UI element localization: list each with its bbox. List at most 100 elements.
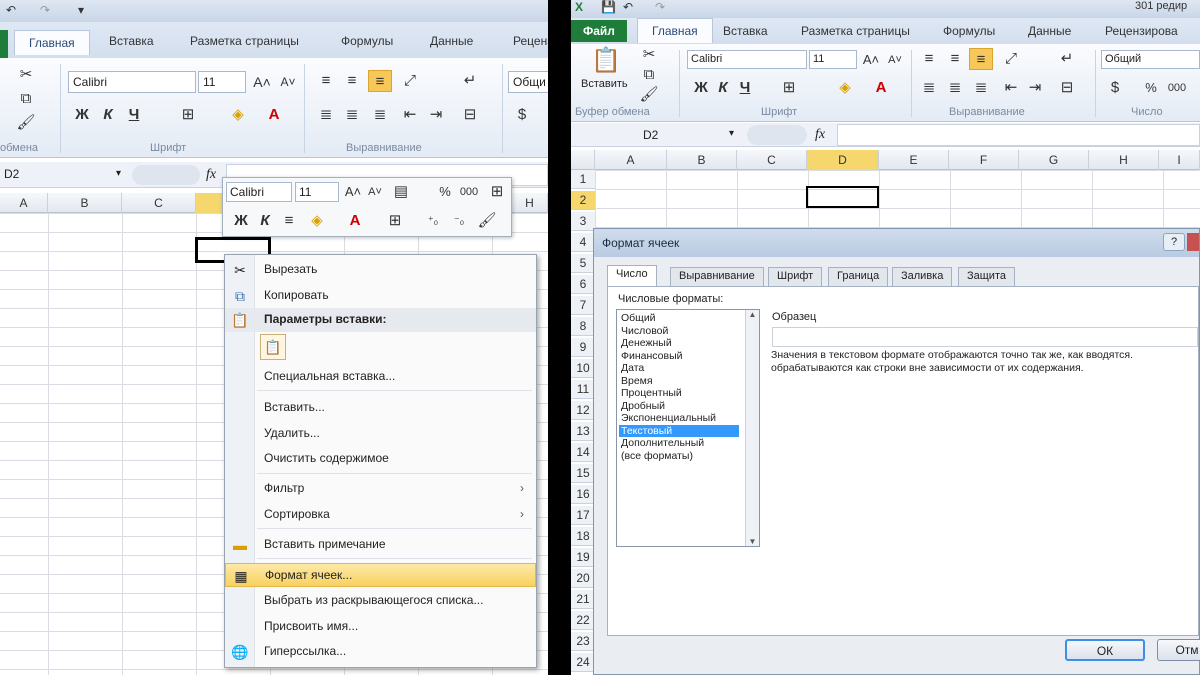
align-right-icon[interactable]: ≣ (969, 77, 993, 99)
list-scrollbar[interactable]: ▲ ▼ (745, 310, 759, 546)
column-header-c[interactable]: C (737, 150, 807, 170)
font-size-box[interactable]: 11 (198, 71, 246, 93)
menu-item-pick-from-list[interactable]: Выбрать из раскрывающегося списка... (225, 589, 536, 613)
row-header[interactable]: 9 (571, 338, 595, 357)
font-name-box[interactable]: Calibri (687, 50, 807, 69)
format-painter-icon[interactable]: 🖌 (637, 84, 661, 106)
bold-button[interactable]: Ж (689, 77, 713, 99)
row-header[interactable]: 15 (571, 464, 595, 483)
tab-home[interactable]: Главная (637, 18, 713, 43)
menu-item-define-name[interactable]: Присвоить имя... (225, 615, 536, 639)
format-list-item[interactable]: Денежный (619, 337, 739, 350)
row-header[interactable]: 21 (571, 590, 595, 609)
save-icon[interactable]: 💾 (601, 0, 616, 14)
align-middle-icon[interactable]: ≡ (340, 70, 364, 92)
mini-increase-decimal-icon[interactable]: ⁺₀ (421, 210, 445, 232)
tab-font[interactable]: Шрифт (768, 267, 823, 287)
italic-button[interactable]: К (711, 77, 735, 99)
font-size-box[interactable]: 11 (809, 50, 857, 69)
copy-icon[interactable]: ⧉ (14, 88, 38, 110)
mini-thousands-button[interactable]: 000 (457, 181, 481, 203)
tab-review[interactable]: Реценз (513, 34, 548, 48)
mini-grow-font-icon[interactable]: A˄ (341, 181, 365, 203)
undo-icon[interactable]: ↶ (623, 0, 633, 14)
tab-protection[interactable]: Защита (958, 267, 1015, 287)
percent-button[interactable]: % (1139, 77, 1163, 99)
row-header[interactable]: 2 (571, 191, 595, 210)
align-bottom-icon[interactable]: ≡ (969, 48, 993, 70)
format-list-item[interactable]: (все форматы) (619, 450, 739, 463)
tab-alignment[interactable]: Выравнивание (670, 267, 764, 287)
row-header[interactable]: 19 (571, 548, 595, 567)
cut-icon[interactable]: ✂ (14, 64, 38, 86)
format-list-item[interactable]: Экспоненциальный (619, 412, 739, 425)
shrink-font-icon[interactable]: A˅ (883, 49, 907, 71)
row-header[interactable]: 14 (571, 443, 595, 462)
column-header-a[interactable]: A (0, 193, 48, 213)
mini-accounting-icon[interactable]: ▤ (389, 181, 413, 203)
cancel-button[interactable]: Отм (1157, 639, 1200, 661)
fill-color-icon[interactable]: ◈ (833, 77, 857, 99)
help-button[interactable]: ? (1163, 233, 1185, 251)
fill-color-icon[interactable]: ◈ (226, 104, 250, 126)
align-top-icon[interactable]: ≡ (314, 70, 338, 92)
font-color-icon[interactable]: A (262, 104, 286, 126)
mini-format-table-icon[interactable]: ⊞ (485, 181, 509, 203)
format-list-item[interactable]: Процентный (619, 387, 739, 400)
column-header-b[interactable]: B (48, 193, 122, 213)
align-center-icon[interactable]: ≣ (340, 104, 364, 126)
row-header[interactable]: 6 (571, 275, 595, 294)
merge-cells-icon[interactable]: ⊟ (458, 104, 482, 126)
tab-insert[interactable]: Вставка (723, 24, 768, 38)
menu-item-insert[interactable]: Вставить... (225, 396, 536, 420)
column-header-d[interactable]: D (807, 150, 879, 170)
select-all-corner[interactable] (571, 150, 595, 170)
align-left-icon[interactable]: ≣ (917, 77, 941, 99)
merge-cells-icon[interactable]: ⊟ (1055, 77, 1079, 99)
grow-font-icon[interactable]: A˄ (859, 49, 883, 71)
redo-icon[interactable]: ↷ (40, 3, 50, 17)
tab-home[interactable]: Главная (14, 30, 90, 55)
menu-item-cut[interactable]: ✂ Вырезать (225, 258, 536, 282)
format-list-item[interactable]: Дата (619, 362, 739, 375)
format-list-item[interactable]: Текстовый (619, 424, 739, 437)
tab-data[interactable]: Данные (1028, 24, 1071, 38)
paste-option-button[interactable]: 📋 (260, 334, 286, 360)
row-header[interactable]: 22 (571, 611, 595, 630)
file-tab[interactable]: Файл (571, 20, 627, 42)
row-header[interactable]: 4 (571, 233, 595, 252)
row-header[interactable]: 12 (571, 401, 595, 420)
orientation-icon[interactable]: ⤢ (398, 70, 422, 92)
ok-button[interactable]: ОК (1065, 639, 1145, 661)
name-box-dropdown-icon[interactable]: ▾ (729, 128, 734, 139)
name-box-dropdown-icon[interactable]: ▾ (116, 168, 121, 179)
tab-page-layout[interactable]: Разметка страницы (190, 34, 299, 48)
shrink-font-icon[interactable]: A˅ (276, 71, 300, 93)
format-list-item[interactable]: Дробный (619, 400, 739, 413)
borders-icon[interactable]: ⊞ (777, 77, 801, 99)
format-list-item[interactable]: Время (619, 375, 739, 388)
row-header[interactable]: 5 (571, 254, 595, 273)
format-list-item[interactable]: Общий (619, 312, 739, 325)
mini-format-painter-icon[interactable]: 🖌 (475, 210, 499, 232)
mini-font-color-icon[interactable]: A (343, 210, 367, 232)
menu-item-copy[interactable]: ⧉ Копировать (225, 284, 536, 308)
copy-icon[interactable]: ⧉ (637, 64, 661, 86)
align-top-icon[interactable]: ≡ (917, 48, 941, 70)
tab-formulas[interactable]: Формулы (943, 24, 995, 38)
menu-item-delete[interactable]: Удалить... (225, 422, 536, 446)
close-button[interactable] (1187, 233, 1199, 251)
tab-data[interactable]: Данные (430, 34, 473, 48)
tab-number[interactable]: Число (607, 265, 657, 287)
mini-center-icon[interactable]: ≡ (277, 210, 301, 232)
row-header[interactable]: 3 (571, 212, 595, 231)
column-header-f[interactable]: F (949, 150, 1019, 170)
row-header[interactable]: 13 (571, 422, 595, 441)
cut-icon[interactable]: ✂ (637, 44, 661, 66)
mini-italic-button[interactable]: К (253, 210, 277, 232)
row-header[interactable]: 16 (571, 485, 595, 504)
paste-icon[interactable]: 📋 (591, 46, 621, 75)
number-format-box[interactable]: Общий (1101, 50, 1200, 69)
row-header[interactable]: 8 (571, 317, 595, 336)
format-list-item[interactable]: Дополнительный (619, 437, 739, 450)
